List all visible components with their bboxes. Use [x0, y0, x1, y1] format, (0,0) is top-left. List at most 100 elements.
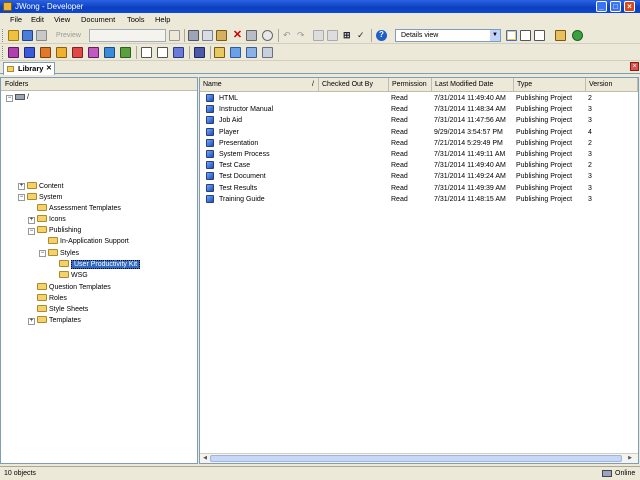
paste-icon[interactable]	[216, 30, 227, 41]
check-spelling-icon[interactable]: ✓	[357, 30, 368, 41]
scroll-thumb[interactable]	[210, 455, 622, 462]
table-row[interactable]: Job Aid Read 7/31/2014 11:47:56 AM Publishi…	[200, 115, 638, 126]
expand-toggle[interactable]: +	[28, 217, 35, 224]
package-icon[interactable]	[72, 47, 83, 58]
help-icon[interactable]: ?	[376, 30, 387, 41]
delete-icon[interactable]: ✕	[232, 30, 243, 41]
get-latest-icon[interactable]	[246, 47, 257, 58]
tree-node-in-application-support[interactable]: In-Application Support	[48, 236, 129, 247]
collapse-icon[interactable]	[327, 30, 338, 41]
maximize-button[interactable]: □	[610, 1, 621, 12]
check-out-icon[interactable]	[214, 47, 225, 58]
tree-node-publishing[interactable]: Publishing	[37, 225, 81, 236]
find-icon[interactable]	[262, 30, 273, 41]
columns-view-icon[interactable]	[534, 30, 545, 41]
table-row[interactable]: Test Results Read 7/31/2014 11:49:39 AM Pub…	[200, 183, 638, 194]
link-icon[interactable]	[141, 47, 152, 58]
rename-icon[interactable]	[246, 30, 257, 41]
new-document-icon[interactable]	[8, 30, 19, 41]
table-row[interactable]: Presentation Read 7/21/2014 5:29:49 PM Publ…	[200, 138, 638, 149]
view-select[interactable]: Details view ▼	[395, 29, 501, 42]
row-type: Publishing Project	[516, 184, 573, 192]
table-row[interactable]: HTML Read 7/31/2014 11:49:40 AM Publishing …	[200, 93, 638, 104]
check-in-icon[interactable]	[230, 47, 241, 58]
menu-help[interactable]: Help	[155, 15, 170, 24]
binoculars-icon[interactable]: ⊞	[343, 30, 354, 41]
scroll-right-icon[interactable]: ▶	[626, 455, 634, 462]
tree-node-styles[interactable]: Styles	[48, 248, 79, 259]
table-row[interactable]: Training Guide Read 7/31/2014 11:48:15 AM P…	[200, 194, 638, 205]
expand-toggle[interactable]: +	[28, 318, 35, 325]
preview-button[interactable]: Preview	[52, 30, 88, 42]
column-header-permission[interactable]: Permission	[389, 78, 432, 92]
table-row[interactable]: Test Case Read 7/31/2014 11:49:40 AM Publis…	[200, 160, 638, 171]
online-status: Online	[615, 470, 636, 477]
section-icon[interactable]	[24, 47, 35, 58]
close-button[interactable]: ×	[624, 1, 635, 12]
module-icon[interactable]	[8, 47, 19, 58]
column-header-version[interactable]: Version	[586, 78, 638, 92]
tree-node-user-productivity-kit[interactable]: User Productivity Kit	[59, 259, 141, 270]
tab-library[interactable]: Library ✕	[3, 62, 55, 75]
expand-toggle[interactable]: −	[18, 194, 25, 201]
tree-node-style-sheets[interactable]: Style Sheets	[37, 304, 88, 315]
row-last-modified: 7/31/2014 11:49:11 AM	[434, 151, 506, 158]
question-icon[interactable]	[157, 47, 168, 58]
role-icon[interactable]	[104, 47, 115, 58]
menu-tools[interactable]: Tools	[127, 15, 145, 24]
tree-node-content[interactable]: Content	[27, 181, 64, 192]
menu-edit[interactable]: Edit	[31, 15, 44, 24]
glossary-icon[interactable]	[88, 47, 99, 58]
properties-icon[interactable]	[169, 30, 180, 41]
tree-node-icons[interactable]: Icons	[37, 214, 66, 225]
minimize-button[interactable]: _	[596, 1, 607, 12]
column-header-name[interactable]: Name /	[200, 78, 319, 92]
tree-node-question-templates[interactable]: Question Templates	[37, 282, 111, 293]
attachment-icon[interactable]	[173, 47, 184, 58]
chevron-down-icon[interactable]: ▼	[490, 30, 500, 41]
panel-close-icon[interactable]: ×	[630, 62, 639, 71]
expand-toggle[interactable]: −	[28, 228, 35, 235]
expand-toggle[interactable]: −	[6, 95, 13, 102]
scroll-left-icon[interactable]: ◀	[201, 455, 209, 462]
web-page-icon[interactable]	[56, 47, 67, 58]
undo-icon[interactable]: ↶	[283, 30, 294, 41]
publish-icon[interactable]	[555, 30, 566, 41]
topic-icon[interactable]	[40, 47, 51, 58]
cut-icon[interactable]	[188, 30, 199, 41]
column-header-checked-out-by[interactable]: Checked Out By	[319, 78, 389, 92]
menu-view[interactable]: View	[54, 15, 70, 24]
tree-node-wsg[interactable]: WSG	[59, 270, 88, 281]
edit-icon[interactable]	[194, 47, 205, 58]
tab-close-icon[interactable]: ✕	[46, 63, 52, 75]
menu-file[interactable]: File	[10, 15, 22, 24]
copy-icon[interactable]	[202, 30, 213, 41]
menu-document[interactable]: Document	[81, 15, 115, 24]
publishing-project-icon	[206, 183, 214, 192]
tree-node-roles[interactable]: Roles	[37, 293, 67, 304]
preview-dropdown[interactable]	[89, 29, 166, 42]
refresh-icon[interactable]	[572, 30, 583, 41]
assessment-icon[interactable]	[120, 47, 131, 58]
table-row[interactable]: Test Document Read 7/31/2014 11:49:24 AM Pu…	[200, 171, 638, 182]
tree-node-root[interactable]: /	[15, 92, 29, 103]
tree-node-templates[interactable]: Templates	[37, 315, 81, 326]
row-permission: Read	[391, 139, 408, 147]
print-icon[interactable]	[36, 30, 47, 41]
column-header-type[interactable]: Type	[514, 78, 586, 92]
expand-icon[interactable]	[313, 30, 324, 41]
table-row[interactable]: Instructor Manual Read 7/31/2014 11:48:34 …	[200, 104, 638, 115]
expand-toggle[interactable]: −	[39, 250, 46, 257]
tree-node-system[interactable]: System	[27, 192, 62, 203]
table-row[interactable]: Player Read 9/29/2014 3:54:57 PM Publishing…	[200, 127, 638, 138]
column-header-last-modified-date[interactable]: Last Modified Date	[432, 78, 514, 92]
expand-toggle[interactable]: +	[18, 183, 25, 190]
table-row[interactable]: System Process Read 7/31/2014 11:49:11 AM P…	[200, 149, 638, 160]
horizontal-scrollbar[interactable]: ◀ ▶	[200, 453, 638, 463]
history-icon[interactable]	[262, 47, 273, 58]
split-view-icon[interactable]	[520, 30, 531, 41]
tree-node-assessment-templates[interactable]: Assessment Templates	[37, 203, 121, 214]
details-view-icon[interactable]	[506, 30, 517, 41]
save-icon[interactable]	[22, 30, 33, 41]
redo-icon[interactable]: ↷	[297, 30, 308, 41]
